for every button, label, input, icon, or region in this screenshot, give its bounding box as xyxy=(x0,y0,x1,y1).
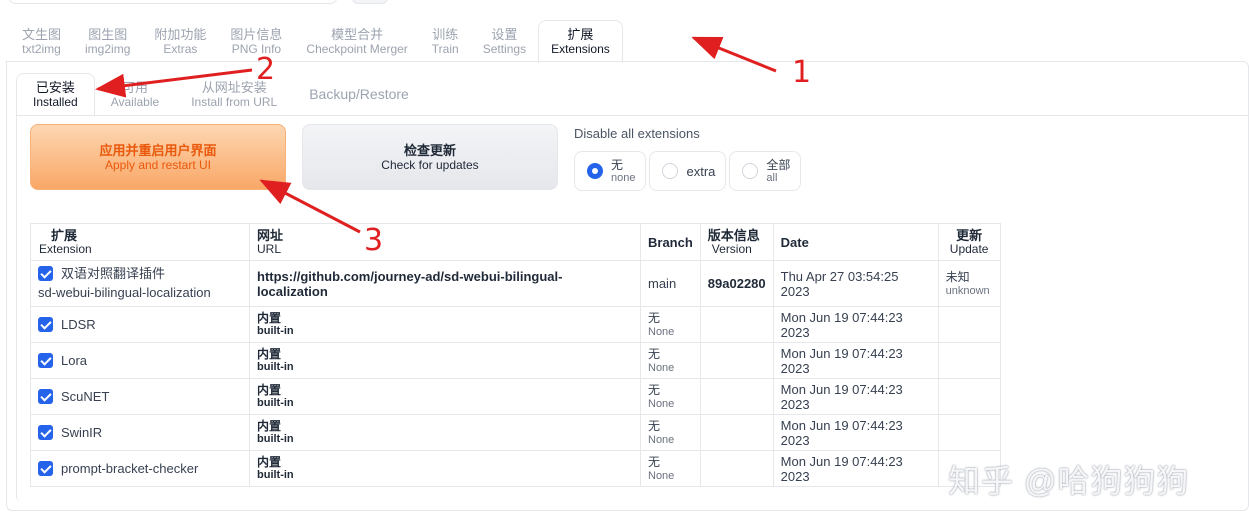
date-cell: Mon Jun 19 07:44:23 2023 xyxy=(772,378,939,415)
date-cell: Mon Jun 19 07:44:23 2023 xyxy=(772,306,939,343)
radio-dot xyxy=(587,163,603,179)
apply-and-restart-button[interactable]: 应用并重启用户界面 Apply and restart UI xyxy=(30,124,286,190)
tab-img2img[interactable]: 图生图 img2img xyxy=(73,20,142,62)
enable-checkbox[interactable] xyxy=(38,461,53,476)
date-cell: Mon Jun 19 07:44:23 2023 xyxy=(772,342,939,379)
url-cell: 内置 built-in xyxy=(249,414,641,451)
table-header-row: 扩展 Extension 网址 URL Branch 版本信息 Version Dat… xyxy=(30,223,1001,261)
version-cell xyxy=(699,450,774,487)
update-cell xyxy=(937,342,1001,379)
tab-extras[interactable]: 附加功能 Extras xyxy=(142,20,218,62)
radio-extra[interactable]: extra xyxy=(649,151,727,191)
table-row: 双语对照翻译插件 sd-webui-bilingual-localization… xyxy=(30,260,1001,307)
subtab-backup-restore[interactable]: Backup/Restore xyxy=(293,73,425,115)
header-update: 更新 Update xyxy=(937,223,1001,261)
header-url: 网址 URL xyxy=(249,223,641,261)
url-cell: 内置 built-in xyxy=(249,342,641,379)
update-cell xyxy=(937,414,1001,451)
disable-all-extensions-label: Disable all extensions xyxy=(574,126,700,141)
header-extension: 扩展 Extension xyxy=(30,223,250,261)
table-row: prompt-bracket-checker 内置 built-in 无 None … xyxy=(30,450,1001,487)
extension-url-link[interactable]: https://github.com/journey-ad/sd-webui-b… xyxy=(257,269,562,299)
radio-dot xyxy=(662,163,679,179)
url-cell: 内置 built-in xyxy=(249,378,641,415)
version-cell: 89a02280 xyxy=(699,260,774,307)
watermark: 知乎 @哈狗狗狗 xyxy=(948,463,1190,499)
branch-cell: main xyxy=(640,260,701,307)
enable-checkbox[interactable] xyxy=(38,389,53,404)
enable-checkbox[interactable] xyxy=(38,353,53,368)
update-cell xyxy=(937,306,1001,343)
header-date: Date xyxy=(772,223,939,261)
tab-extensions[interactable]: 扩展 Extensions xyxy=(538,20,623,63)
sub-tabs: 已安装 Installed 可用 Available 从网址安装 Install fr… xyxy=(16,73,425,116)
branch-cell: 无 None xyxy=(640,342,701,379)
annotation-number-2: 2 xyxy=(256,52,276,87)
radio-none[interactable]: 无 none xyxy=(574,151,647,191)
version-cell xyxy=(699,378,774,415)
date-cell: Mon Jun 19 07:44:23 2023 xyxy=(772,414,939,451)
branch-cell: 无 None xyxy=(640,378,701,415)
disable-all-extensions-radio-group: 无 none extra 全部 all xyxy=(574,151,802,191)
date-cell: Mon Jun 19 07:44:23 2023 xyxy=(772,450,939,487)
tab-train[interactable]: 训练 Train xyxy=(420,20,471,62)
table-row: ScuNET 内置 built-in 无 None Mon Jun 19 07:44… xyxy=(30,378,1001,415)
version-cell xyxy=(699,306,774,343)
check-for-updates-button[interactable]: 检查更新 Check for updates xyxy=(302,124,558,190)
extension-cell: SwinIR xyxy=(30,414,250,451)
extension-cell: 双语对照翻译插件 sd-webui-bilingual-localization xyxy=(30,260,250,307)
extension-cell: ScuNET xyxy=(30,378,250,415)
annotation-number-3: 3 xyxy=(364,223,384,258)
tab-checkpoint-merger[interactable]: 模型合并 Checkpoint Merger xyxy=(294,20,419,62)
tab-txt2img[interactable]: 文生图 txt2img xyxy=(10,20,73,62)
tab-settings[interactable]: 设置 Settings xyxy=(471,20,538,62)
extension-cell: Lora xyxy=(30,342,250,379)
enable-checkbox[interactable] xyxy=(38,266,53,281)
subtab-install-from-url[interactable]: 从网址安装 Install from URL xyxy=(175,73,293,115)
url-cell: 内置 built-in xyxy=(249,306,641,343)
branch-cell: 无 None xyxy=(640,306,701,343)
enable-checkbox[interactable] xyxy=(38,317,53,332)
update-cell xyxy=(937,378,1001,415)
top-input-stub[interactable] xyxy=(8,0,338,4)
table-row: SwinIR 内置 built-in 无 None Mon Jun 19 07:44… xyxy=(30,414,1001,451)
top-button-stub[interactable] xyxy=(352,0,388,4)
subtab-available[interactable]: 可用 Available xyxy=(95,73,175,115)
enable-checkbox[interactable] xyxy=(38,425,53,440)
table-row: Lora 内置 built-in 无 None Mon Jun 19 07:44:2… xyxy=(30,342,1001,379)
header-version: 版本信息 Version xyxy=(699,223,774,261)
subtab-installed[interactable]: 已安装 Installed xyxy=(16,73,95,116)
table-row: LDSR 内置 built-in 无 None Mon Jun 19 07:44:2… xyxy=(30,306,1001,343)
radio-dot xyxy=(742,163,759,179)
main-tabs: 文生图 txt2img 图生图 img2img 附加功能 Extras 图片信息 PNG… xyxy=(10,20,623,63)
version-cell xyxy=(699,342,774,379)
version-cell xyxy=(699,414,774,451)
extension-cell: LDSR xyxy=(30,306,250,343)
annotation-number-1: 1 xyxy=(792,55,812,90)
extensions-table: 扩展 Extension 网址 URL Branch 版本信息 Version Dat… xyxy=(30,223,1001,487)
branch-cell: 无 None xyxy=(640,414,701,451)
extension-cell: prompt-bracket-checker xyxy=(30,450,250,487)
url-cell: https://github.com/journey-ad/sd-webui-b… xyxy=(249,260,641,307)
branch-cell: 无 None xyxy=(640,450,701,487)
update-cell: 未知 unknown xyxy=(937,260,1001,307)
header-branch: Branch xyxy=(640,223,701,261)
url-cell: 内置 built-in xyxy=(249,450,641,487)
date-cell: Thu Apr 27 03:54:25 2023 xyxy=(772,260,939,307)
radio-all[interactable]: 全部 all xyxy=(729,151,802,191)
